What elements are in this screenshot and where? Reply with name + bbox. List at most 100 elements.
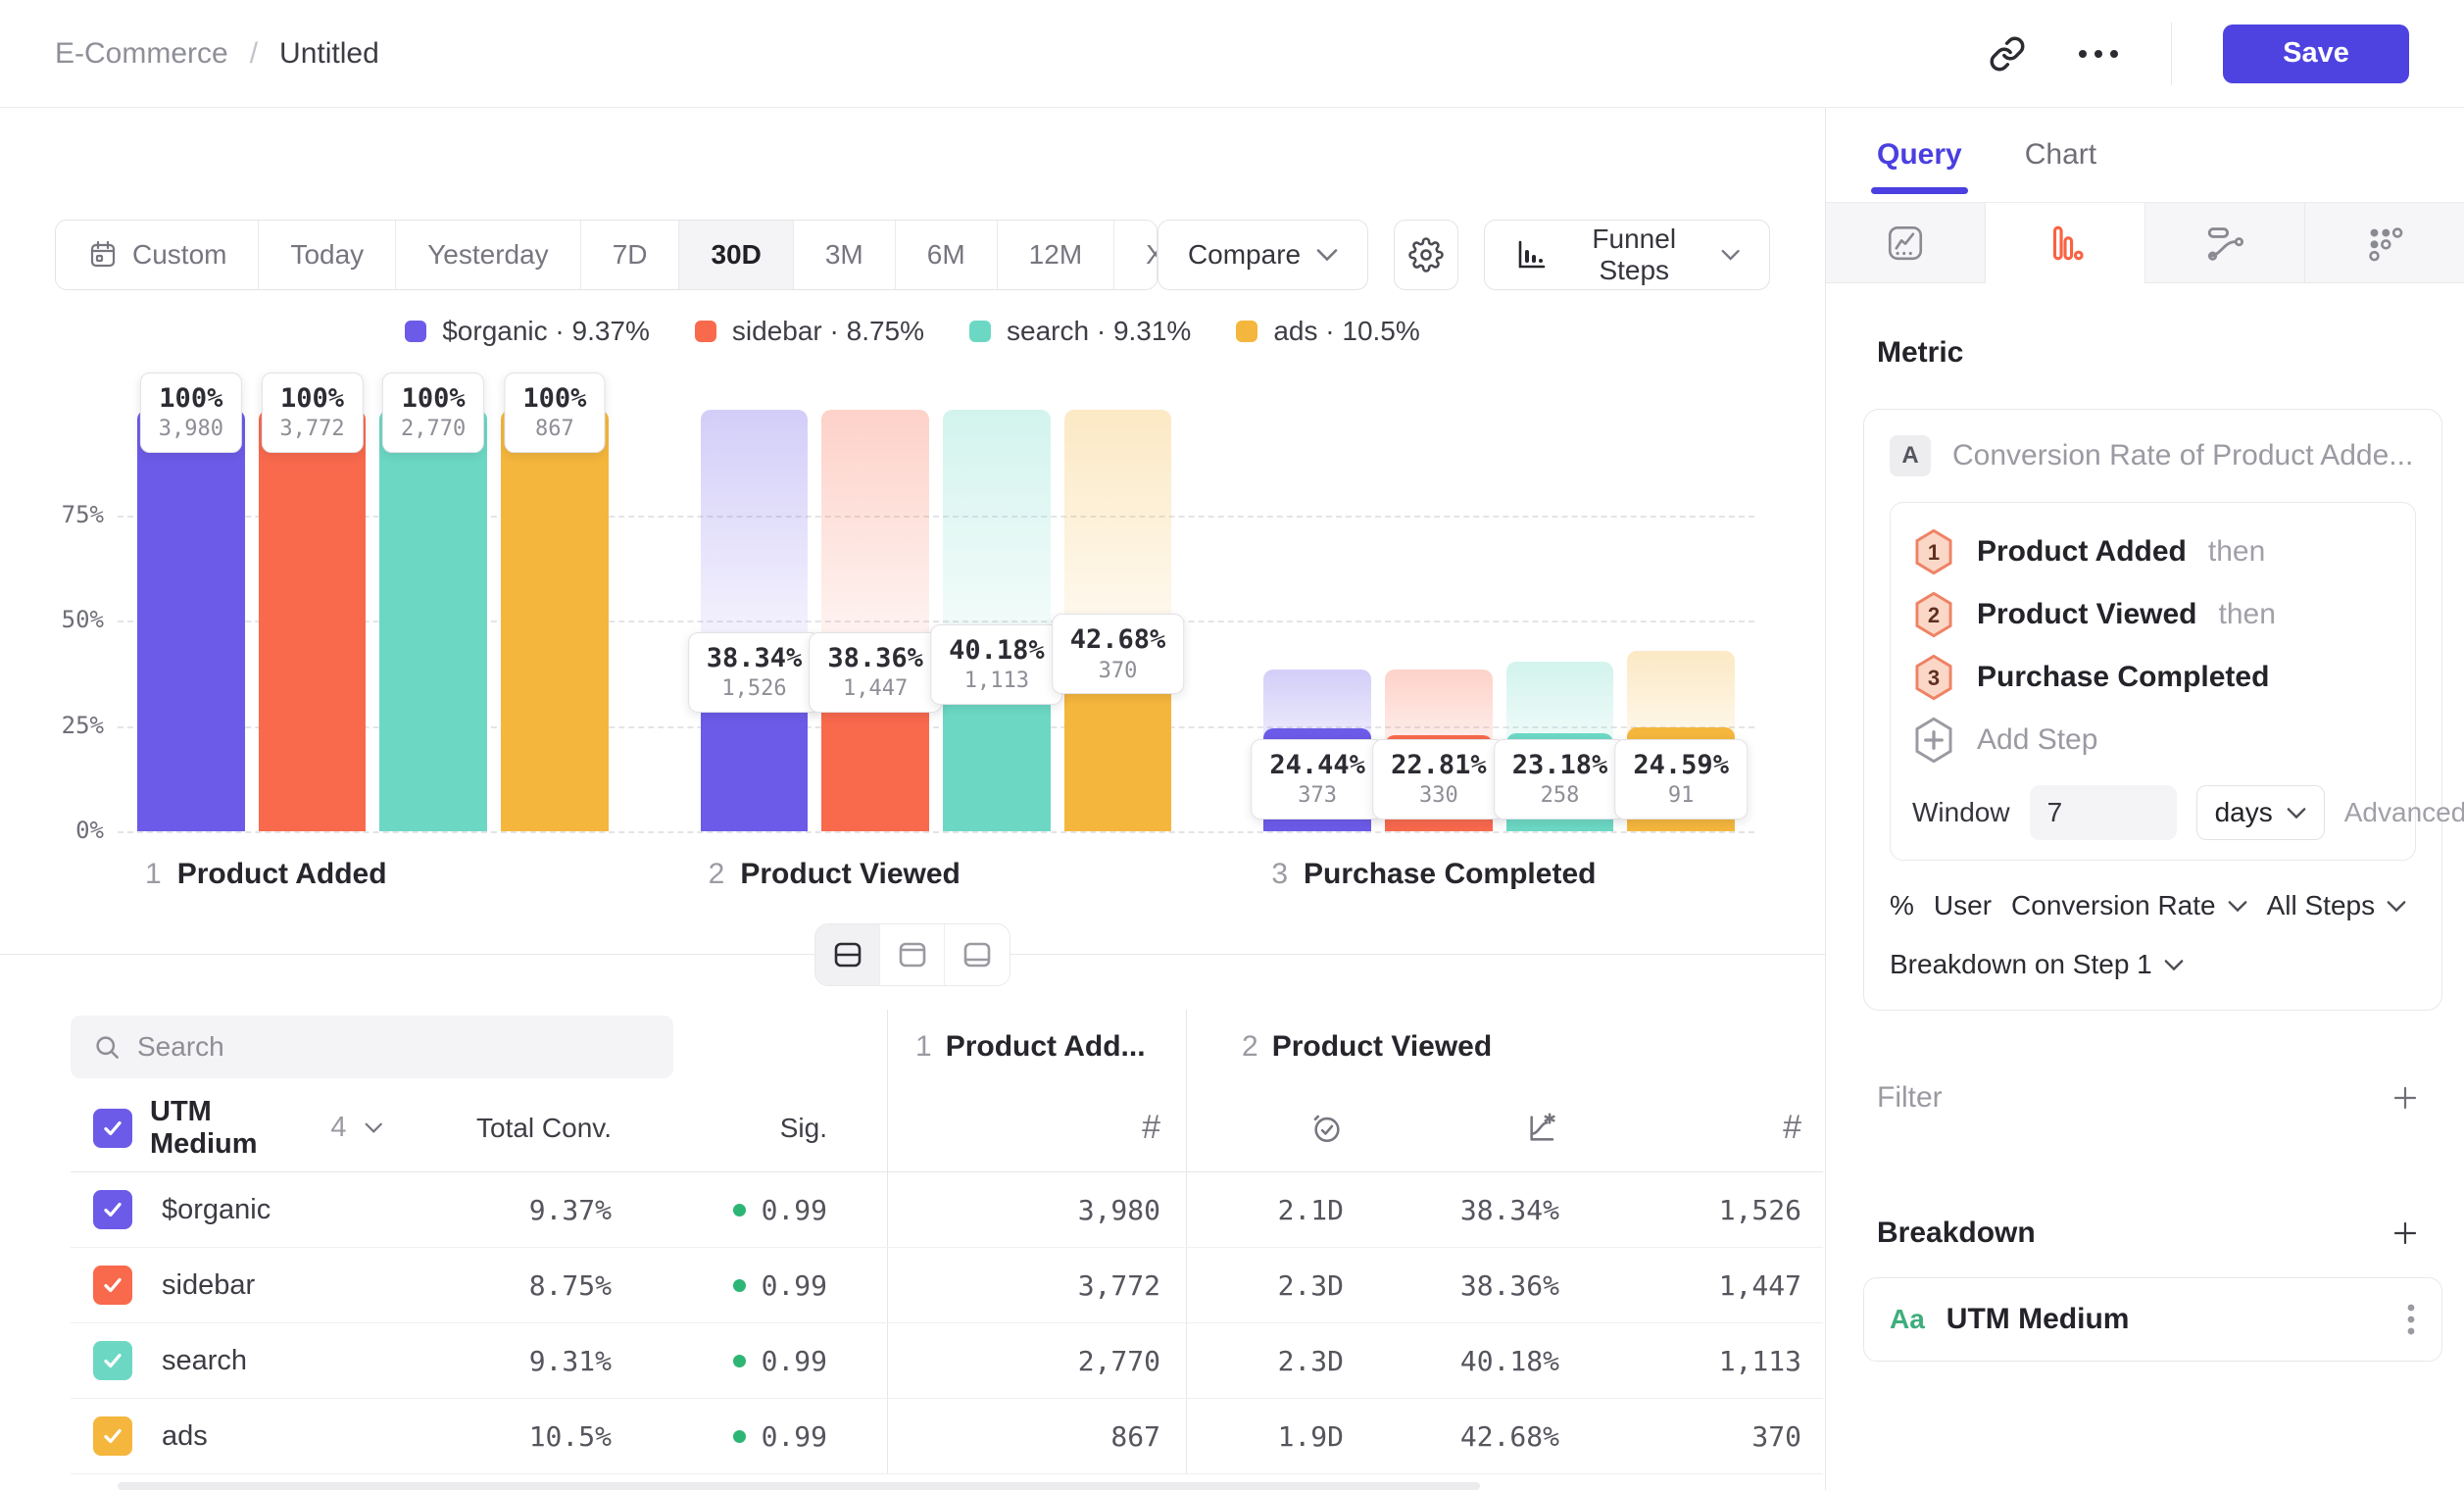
bar-search-step3[interactable]: 23.18% 258 <box>1506 410 1614 831</box>
legend-item-search[interactable]: search · 9.31% <box>969 316 1191 347</box>
table-row-ads: ads 10.5% 0.99 867 1.9D 42.68% 370 <box>71 1399 1823 1474</box>
bar-sidebar-step1[interactable]: 100% 3,772 <box>259 410 367 831</box>
date-range-today[interactable]: Today <box>259 221 396 289</box>
metric-section-heading: Metric <box>1877 336 2464 370</box>
group-column-label[interactable]: UTM Medium <box>150 1096 313 1161</box>
bar-pct-label: 22.81% <box>1391 748 1487 782</box>
total-conv-column-header[interactable]: Total Conv. <box>382 1084 637 1171</box>
bar-value-label: 100% 3,772 <box>261 372 363 453</box>
bar-organic-step2[interactable]: 38.34% 1,526 <box>701 410 809 831</box>
tab-query[interactable]: Query <box>1877 108 1962 202</box>
conv-rate-column-icon[interactable] <box>1367 1084 1583 1171</box>
advanced-toggle[interactable]: Advanced <box>2344 797 2464 828</box>
row-checkbox[interactable] <box>93 1416 132 1456</box>
breakdown-on-step-select[interactable]: Breakdown on Step 1 <box>1890 949 2416 980</box>
bar-count-label: 1,447 <box>827 675 923 704</box>
step-number-hexagon-icon: 2 <box>1912 591 1955 638</box>
bar-ads-step3[interactable]: 24.59% 91 <box>1627 410 1735 831</box>
legend-swatch <box>695 321 716 342</box>
sig-column-header[interactable]: Sig. <box>637 1084 853 1171</box>
split-view-icon <box>830 937 865 972</box>
tab-chart[interactable]: Chart <box>2025 108 2096 202</box>
more-options-button[interactable] <box>2077 48 2120 60</box>
breadcrumb-current[interactable]: Untitled <box>279 37 379 71</box>
row-label: $organic <box>162 1194 271 1226</box>
layout-split-button[interactable] <box>815 924 880 985</box>
chart-type-funnel[interactable] <box>1986 203 2145 283</box>
bar-pct-label: 42.68% <box>1070 622 1166 657</box>
query-step-3[interactable]: 3 Purchase Completed <box>1912 646 2393 709</box>
breadcrumb-parent[interactable]: E-Commerce <box>55 37 228 71</box>
bar-count-label: 1,113 <box>949 668 1045 696</box>
bar-value-label: 24.59% 91 <box>1614 739 1748 820</box>
bar-ads-step1[interactable]: 100% 867 <box>501 410 609 831</box>
date-range-custom[interactable]: Custom <box>56 221 259 289</box>
table-step2-header[interactable]: 2 Product Viewed <box>1186 1010 1823 1084</box>
measure-metric-select[interactable]: Conversion Rate <box>2011 890 2247 921</box>
select-all-checkbox[interactable] <box>93 1109 132 1148</box>
legend-label: $organic · 9.37% <box>442 316 650 347</box>
query-panel: Query Chart <box>1825 108 2464 1490</box>
breakdown-section-label: Breakdown <box>1877 1217 2036 1250</box>
search-input[interactable] <box>137 1031 652 1063</box>
bar-sidebar-step3[interactable]: 22.81% 330 <box>1385 410 1493 831</box>
date-range-yesterday[interactable]: Yesterday <box>396 221 581 289</box>
legend-item-organic[interactable]: $organic · 9.37% <box>405 316 650 347</box>
breakdown-item-menu-button[interactable] <box>2406 1301 2416 1338</box>
row-checkbox[interactable] <box>93 1190 132 1229</box>
chart-type-label: Funnel Steps <box>1563 224 1705 286</box>
chart-type-insights[interactable] <box>1826 203 1986 283</box>
add-step-button[interactable]: Add Step <box>1912 709 2393 771</box>
legend-swatch <box>969 321 991 342</box>
chart-type-selector[interactable]: Funnel Steps <box>1484 220 1770 290</box>
date-range-6m[interactable]: 6M <box>896 221 998 289</box>
breakdown-property-card[interactable]: Aa UTM Medium <box>1863 1277 2442 1362</box>
query-step-1[interactable]: 1 Product Added then <box>1912 521 2393 583</box>
date-range-xtd[interactable]: XTD <box>1114 221 1158 289</box>
count-column-icon[interactable]: # <box>887 1084 1186 1171</box>
chevron-down-icon <box>2387 900 2406 913</box>
bar-count-label: 2,770 <box>401 416 466 444</box>
row-checkbox[interactable] <box>93 1341 132 1380</box>
bar-organic-step3[interactable]: 24.44% 373 <box>1263 410 1371 831</box>
measure-entity[interactable]: User <box>1934 890 1992 921</box>
save-button[interactable]: Save <box>2223 25 2409 83</box>
count-column-icon[interactable]: # <box>1583 1084 1823 1171</box>
conversion-bar <box>259 410 367 831</box>
step2-count-value: 1,526 <box>1583 1172 1823 1247</box>
gear-icon <box>1408 237 1444 273</box>
date-range-7d[interactable]: 7D <box>581 221 680 289</box>
date-range-12m[interactable]: 12M <box>998 221 1114 289</box>
metric-title[interactable]: Conversion Rate of Product Adde... <box>1952 439 2413 472</box>
bar-search-step1[interactable]: 100% 2,770 <box>379 410 487 831</box>
window-value-input[interactable] <box>2030 785 2177 840</box>
date-range-3m[interactable]: 3M <box>794 221 896 289</box>
bar-ads-step2[interactable]: 42.68% 370 <box>1064 410 1172 831</box>
layout-chart-only-button[interactable] <box>880 924 945 985</box>
chart-type-retention[interactable] <box>2305 203 2464 283</box>
table-step1-header[interactable]: 1 Product Add... <box>887 1010 1186 1084</box>
avg-time-column-icon[interactable] <box>1186 1084 1367 1171</box>
share-link-button[interactable] <box>1989 35 2026 73</box>
conversion-window-row: Window days Advanced <box>1912 785 2393 840</box>
date-range-30d[interactable]: 30D <box>679 221 793 289</box>
legend-item-ads[interactable]: ads · 10.5% <box>1236 316 1419 347</box>
window-unit-select[interactable]: days <box>2196 785 2325 840</box>
chart-settings-button[interactable] <box>1394 220 1458 290</box>
add-filter-button[interactable] <box>2390 1082 2421 1114</box>
legend-item-sidebar[interactable]: sidebar · 8.75% <box>695 316 924 347</box>
bar-organic-step1[interactable]: 100% 3,980 <box>137 410 245 831</box>
add-breakdown-button[interactable] <box>2390 1217 2421 1249</box>
chevron-down-icon[interactable] <box>365 1121 382 1134</box>
chevron-down-icon <box>1721 248 1740 262</box>
bar-sidebar-step2[interactable]: 38.36% 1,447 <box>821 410 929 831</box>
chart-type-flow[interactable] <box>2145 203 2305 283</box>
steps-scope-select[interactable]: All Steps <box>2267 890 2407 921</box>
query-step-2[interactable]: 2 Product Viewed then <box>1912 583 2393 646</box>
layout-table-only-button[interactable] <box>945 924 1010 985</box>
compare-button[interactable]: Compare <box>1158 220 1368 290</box>
row-checkbox[interactable] <box>93 1266 132 1305</box>
horizontal-scrollbar[interactable] <box>118 1482 1480 1490</box>
bar-search-step2[interactable]: 40.18% 1,113 <box>943 410 1051 831</box>
check-icon <box>100 1423 125 1449</box>
